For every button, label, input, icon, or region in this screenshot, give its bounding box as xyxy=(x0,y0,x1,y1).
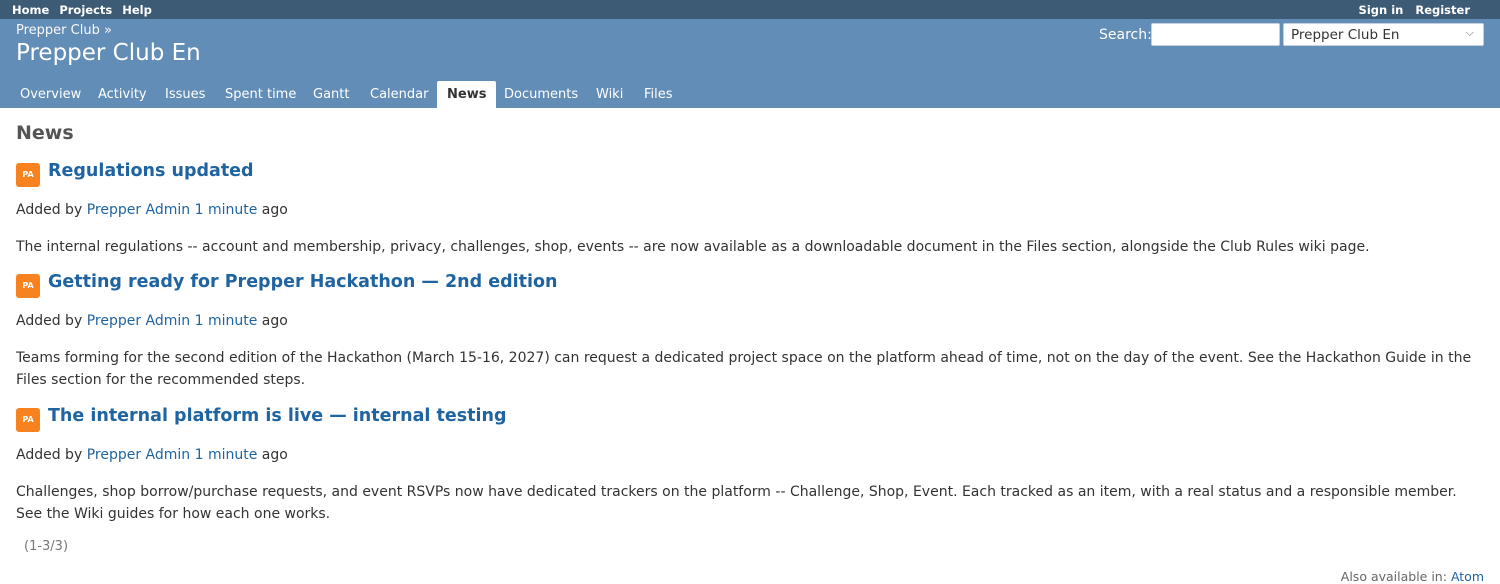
sign-in-link[interactable]: Sign in xyxy=(1359,3,1404,17)
project-jump-select[interactable]: Prepper Club En ⌵ xyxy=(1283,23,1484,46)
ago-label: ago xyxy=(261,313,288,329)
project-title: Prepper Club En xyxy=(16,40,201,66)
register-link[interactable]: Register xyxy=(1415,3,1470,17)
project-select-value: Prepper Club En xyxy=(1291,27,1400,43)
news-title-link[interactable]: Getting ready for Prepper Hackathon — 2n… xyxy=(48,272,557,292)
news-summary: Teams forming for the second edition of … xyxy=(16,350,1472,388)
avatar[interactable]: PA xyxy=(16,274,40,298)
added-by-label: Added by xyxy=(16,447,83,463)
tab-overview[interactable]: Overview xyxy=(10,81,91,108)
page-title: News xyxy=(16,122,74,144)
projects-link[interactable]: Projects xyxy=(59,3,112,17)
time-link[interactable]: 1 minute xyxy=(195,202,258,218)
parent-project-link[interactable]: Prepper Club » xyxy=(16,23,112,38)
time-link[interactable]: 1 minute xyxy=(195,313,258,329)
ago-label: ago xyxy=(261,202,288,218)
atom-link[interactable]: Atom xyxy=(1451,569,1484,584)
author-link[interactable]: Prepper Admin xyxy=(87,447,190,463)
tab-spent-time[interactable]: Spent time xyxy=(215,81,306,108)
tab-activity[interactable]: Activity xyxy=(88,81,157,108)
news-summary: Challenges, shop borrow/purchase request… xyxy=(16,484,1457,522)
also-available-label: Also available in: xyxy=(1340,569,1447,584)
tab-issues[interactable]: Issues xyxy=(155,81,215,108)
news-author-line: Added by Prepper Admin 1 minute ago xyxy=(16,447,288,463)
tab-gantt[interactable]: Gantt xyxy=(303,81,359,108)
tab-files[interactable]: Files xyxy=(634,81,683,108)
news-author-line: Added by Prepper Admin 1 minute ago xyxy=(16,313,288,329)
news-title-link[interactable]: Regulations updated xyxy=(48,161,254,181)
help-link[interactable]: Help xyxy=(122,3,152,17)
also-available: Also available in: Atom xyxy=(1341,569,1484,584)
search-input[interactable] xyxy=(1151,23,1280,46)
tab-calendar[interactable]: Calendar xyxy=(360,81,438,108)
home-link[interactable]: Home xyxy=(12,3,49,17)
search-label: Search: xyxy=(1099,27,1152,43)
added-by-label: Added by xyxy=(16,202,83,218)
time-link[interactable]: 1 minute xyxy=(195,447,258,463)
top-menu-left: Home Projects Help xyxy=(12,3,158,17)
ago-label: ago xyxy=(261,447,288,463)
author-link[interactable]: Prepper Admin xyxy=(87,202,190,218)
author-link[interactable]: Prepper Admin xyxy=(87,313,190,329)
news-summary: The internal regulations -- account and … xyxy=(16,239,1370,255)
added-by-label: Added by xyxy=(16,313,83,329)
news-author-line: Added by Prepper Admin 1 minute ago xyxy=(16,202,288,218)
avatar[interactable]: PA xyxy=(16,408,40,432)
tab-news[interactable]: News xyxy=(437,81,497,108)
avatar[interactable]: PA xyxy=(16,163,40,187)
header: Prepper Club » Prepper Club En Search: P… xyxy=(0,19,1500,108)
tab-wiki[interactable]: Wiki xyxy=(586,81,633,108)
tab-documents[interactable]: Documents xyxy=(494,81,588,108)
top-menu: Home Projects Help Sign in Register xyxy=(0,0,1500,19)
news-title-link[interactable]: The internal platform is live — internal… xyxy=(48,406,506,426)
pagination-info: (1-3/3) xyxy=(24,539,69,554)
top-menu-right: Sign in Register xyxy=(1351,3,1470,17)
chevron-down-icon: ⌵ xyxy=(1465,26,1474,39)
